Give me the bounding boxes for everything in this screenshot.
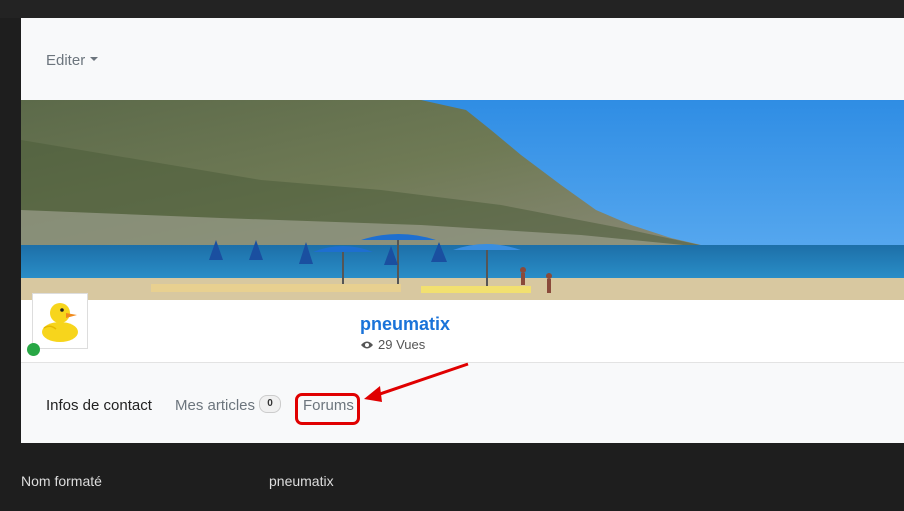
rubber-duck-icon [42, 303, 78, 342]
profile-username[interactable]: pneumatix [360, 314, 450, 335]
tab-my-articles[interactable]: Mes articles 0 [175, 395, 282, 415]
views-count: 29 Vues [378, 337, 426, 352]
edit-dropdown-label: Editer [46, 52, 86, 69]
annotation-arrow [364, 362, 469, 402]
beach-landscape-image [21, 100, 904, 300]
eye-icon [361, 341, 373, 348]
avatar[interactable] [32, 293, 88, 349]
tab-contact-info-label: Infos de contact [46, 397, 152, 414]
forums-highlight-annotation [295, 393, 360, 425]
caret-down-icon [90, 57, 99, 62]
profile-banner [21, 100, 904, 300]
edit-bar: Editer [21, 18, 904, 100]
tab-contact-info[interactable]: Infos de contact [46, 397, 152, 414]
field-value-formatted-name: pneumatix [269, 473, 334, 489]
profile-views: 29 Vues [360, 337, 425, 352]
field-label-formatted-name: Nom formaté [21, 473, 102, 489]
edit-dropdown[interactable]: Editer [46, 52, 99, 69]
online-status-dot [27, 343, 40, 356]
articles-count-badge: 0 [259, 395, 282, 414]
top-strip [0, 0, 904, 18]
tab-my-articles-label: Mes articles [175, 397, 256, 414]
